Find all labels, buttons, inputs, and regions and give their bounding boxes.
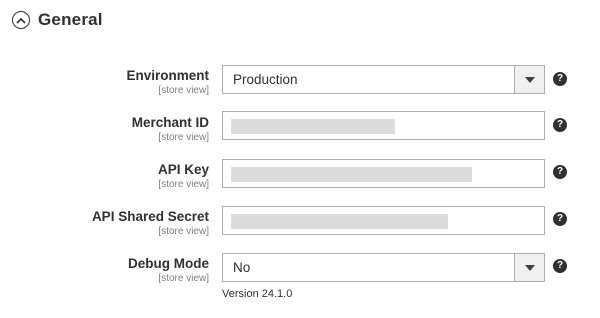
api-key-label: API Key (157, 162, 209, 177)
merchant-id-label-group: Merchant ID [store view] (132, 115, 209, 144)
debug-mode-label-group: Debug Mode [store view] (128, 256, 209, 285)
environment-help-icon[interactable]: ? (553, 72, 567, 86)
api-key-label-group: API Key [store view] (158, 162, 209, 191)
api-shared-secret-label: API Shared Secret (91, 209, 209, 224)
api-shared-secret-input[interactable] (222, 206, 545, 235)
caret-down-icon (524, 76, 535, 83)
merchant-id-label: Merchant ID (131, 115, 209, 130)
section-title: General (38, 10, 103, 29)
caret-down-icon (524, 264, 535, 271)
debug-mode-scope: [store view] (158, 273, 209, 284)
environment-select-value: Production (233, 72, 298, 87)
debug-mode-select-value: No (233, 260, 251, 275)
environment-dropdown-button[interactable] (514, 66, 544, 93)
merchant-id-scope: [store view] (158, 132, 209, 143)
api-shared-secret-help-icon[interactable]: ? (553, 212, 567, 226)
debug-mode-dropdown-button[interactable] (514, 254, 544, 281)
api-shared-secret-scope: [store view] (158, 226, 209, 237)
chevron-up-circle-icon (12, 11, 30, 29)
debug-mode-help-icon[interactable]: ? (553, 259, 567, 273)
environment-label: Environment (126, 68, 209, 83)
api-key-scope: [store view] (158, 179, 209, 190)
environment-scope: [store view] (158, 85, 209, 96)
api-key-help-icon[interactable]: ? (553, 165, 567, 179)
merchant-id-masked-value (231, 119, 395, 134)
merchant-id-input[interactable] (222, 111, 545, 140)
merchant-id-help-icon[interactable]: ? (553, 118, 567, 132)
api-shared-secret-label-group: API Shared Secret [store view] (92, 209, 209, 238)
api-key-input[interactable] (222, 159, 545, 188)
section-toggle-general[interactable]: General (12, 8, 103, 32)
api-shared-secret-masked-value (231, 214, 448, 229)
debug-mode-label: Debug Mode (128, 256, 209, 271)
environment-label-group: Environment [store view] (126, 68, 209, 97)
environment-select[interactable]: Production (222, 65, 545, 94)
api-key-masked-value (231, 167, 472, 182)
debug-mode-select[interactable]: No (222, 253, 545, 282)
version-text: Version 24.1.0 (222, 288, 293, 300)
